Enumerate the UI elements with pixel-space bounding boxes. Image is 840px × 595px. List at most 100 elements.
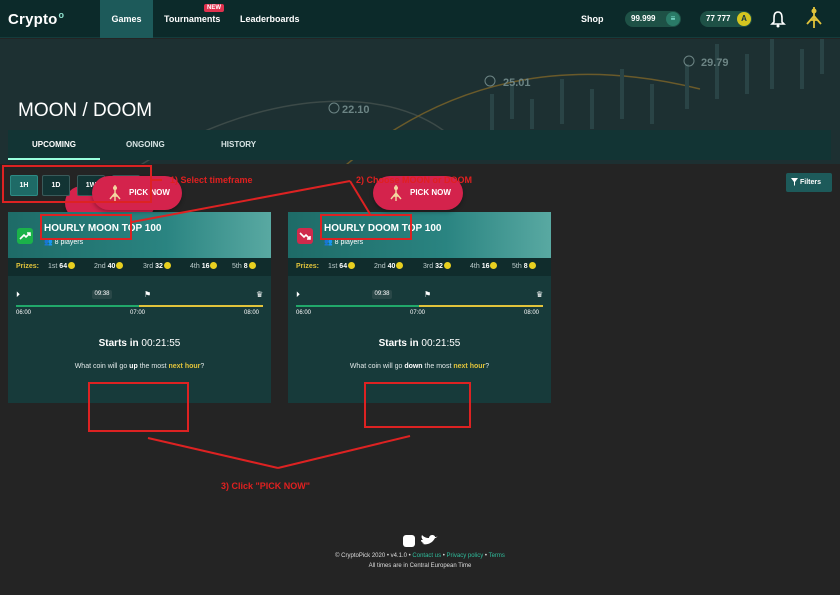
annotation-box-pick-doom [364, 382, 471, 428]
prize-place: 1st [48, 263, 58, 270]
players-label: 8 players [54, 239, 84, 246]
coin-icon [248, 262, 256, 269]
question-highlight: next hour [168, 363, 201, 370]
question-end: ? [200, 363, 205, 370]
logo-text: Crypto [8, 11, 58, 28]
play-icon: ⏵ [296, 290, 300, 299]
trend-up-icon [17, 228, 33, 244]
time-end: 08:00 [244, 310, 260, 316]
prize-item: 1st 64 [328, 258, 356, 276]
tab-bar: UPCOMING ONGOING HISTORY [8, 130, 831, 160]
copyright: © CryptoPick 2020 • v4.1.0 • [335, 553, 411, 559]
logo-dot-icon: o [58, 10, 65, 20]
filter-icon [791, 178, 798, 186]
page-title: MOON / DOOM [18, 100, 153, 121]
players-label: 8 players [334, 239, 364, 246]
prize-item: 5th 8 [232, 258, 256, 276]
prize-value: 40 [107, 263, 116, 270]
prize-value: 32 [155, 263, 163, 270]
trophy-icon: ♛ [536, 290, 544, 299]
prize-value: 32 [435, 263, 443, 270]
nav-shop[interactable]: Shop [581, 0, 604, 38]
countdown: 00:21:55 [141, 338, 181, 349]
discord-icon[interactable] [403, 535, 415, 547]
twitter-icon[interactable] [421, 535, 438, 545]
countdown: 00:21:55 [421, 338, 461, 349]
coin-icon [68, 262, 76, 269]
prizes-row: Prizes: 1st 64 2nd 40 3rd 32 4th 16 5th … [288, 258, 551, 276]
prize-value: 16 [481, 263, 490, 270]
prize-item: 2nd 40 [374, 258, 404, 276]
time-mid: 07:00 [130, 310, 146, 316]
coins-icon: ≡ [666, 12, 680, 26]
prize-place: 3rd [423, 263, 434, 270]
nav-tournaments-label: Tournaments [164, 14, 221, 24]
new-badge: NEW [204, 4, 224, 12]
timezone-note: All times are in Central European Time [368, 563, 472, 569]
rocket-icon [390, 185, 402, 201]
question-direction: down [404, 363, 423, 370]
hero-marker-2: 29.79 [701, 57, 729, 69]
flag-icon: ⚑ [144, 290, 152, 299]
current-time: 09:38 [92, 290, 112, 299]
coins-value: 99.999 [631, 14, 656, 23]
game-timeline: ⏵ 09:38 ⚑ ♛ 06:00 07:00 08:00 [16, 290, 263, 320]
trophy-icon: ♛ [256, 290, 264, 299]
bell-icon[interactable] [770, 10, 786, 28]
prize-item: 4th 16 [190, 258, 218, 276]
prizes-label: Prizes: [16, 263, 39, 270]
footer-sep: • [484, 553, 488, 559]
game-card-doom: HOURLY DOOM TOP 100 👥 8 players Prizes: … [288, 212, 551, 403]
annotation-box-moon [40, 214, 132, 240]
privacy-link[interactable]: Privacy policy [447, 553, 484, 559]
prize-place: 4th [190, 263, 200, 270]
players-icon: 👥 [324, 239, 335, 246]
question-text-mid: the most [139, 363, 167, 370]
logo[interactable]: CryptooPick [8, 10, 156, 220]
annotation-step3: 3) Click "PICK NOW" [221, 481, 311, 491]
annotation-box-timeframe [2, 165, 152, 203]
tab-history[interactable]: HISTORY [221, 130, 256, 160]
prize-value: 16 [201, 263, 210, 270]
nav-leaderboards[interactable]: Leaderboards [240, 0, 300, 38]
prize-item: 4th 16 [470, 258, 498, 276]
tab-upcoming[interactable]: UPCOMING [8, 130, 100, 160]
terms-link[interactable]: Terms [489, 553, 505, 559]
coin-icon [490, 262, 498, 269]
tab-ongoing[interactable]: ONGOING [126, 130, 165, 160]
coins-balance[interactable]: 99.999 ≡ [625, 11, 681, 27]
time-start: 06:00 [16, 310, 32, 316]
coin-icon [210, 262, 218, 269]
prize-place: 3rd [143, 263, 154, 270]
annotation-step1: 1) Select timeframe [170, 175, 253, 185]
points-balance[interactable]: 77 777 A [700, 11, 752, 27]
annotation-step2: 2) Choose MOON or DOOM [356, 175, 473, 185]
trend-down-icon [297, 228, 313, 244]
timeline-pick-phase [296, 305, 419, 307]
points-icon: A [737, 12, 751, 26]
current-time: 09:38 [372, 290, 392, 299]
filters-button[interactable]: Filters [786, 173, 832, 192]
play-icon: ⏵ [16, 290, 20, 299]
nav-games[interactable]: Games [100, 0, 153, 38]
timeline-pick-phase [16, 305, 139, 307]
prize-place: 1st [328, 263, 338, 270]
filters-label: Filters [800, 179, 822, 186]
hero-marker-3: 22.10 [342, 104, 370, 116]
time-mid: 07:00 [410, 310, 426, 316]
footer-sep: • [442, 553, 445, 559]
time-start: 06:00 [296, 310, 312, 316]
prize-value: 40 [387, 263, 396, 270]
starts-in: Starts in 00:21:55 [8, 338, 271, 349]
question-highlight: next hour [453, 363, 486, 370]
game-timeline: ⏵ 09:38 ⚑ ♛ 06:00 07:00 08:00 [296, 290, 543, 320]
contact-link[interactable]: Contact us [412, 553, 441, 559]
points-value: 77 777 [706, 14, 731, 23]
coin-icon [528, 262, 536, 269]
prize-place: 2nd [374, 263, 386, 270]
avatar[interactable] [803, 6, 825, 32]
nav-tournaments[interactable]: Tournaments NEW [164, 0, 224, 38]
prize-item: 2nd 40 [94, 258, 124, 276]
question-text: What coin will go [349, 363, 403, 370]
prize-place: 5th [232, 263, 242, 270]
